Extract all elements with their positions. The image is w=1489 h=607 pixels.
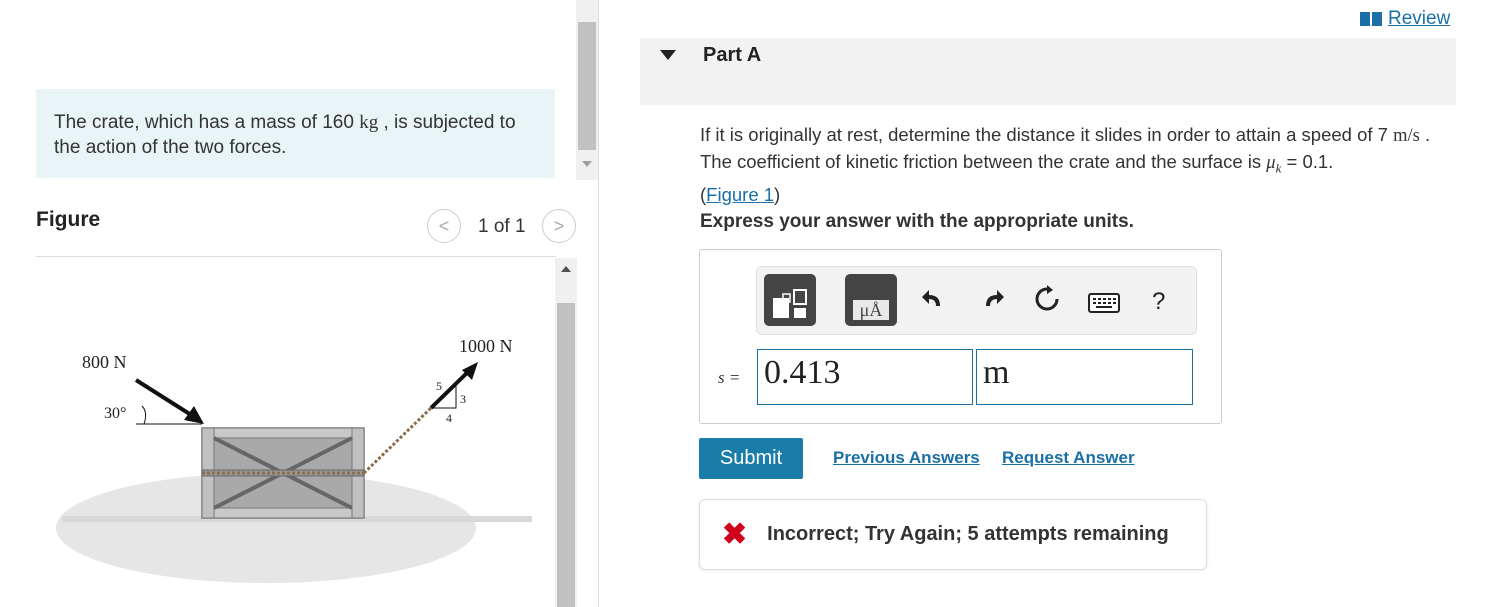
math-toolbar xyxy=(756,266,1197,335)
figure-scrollbar-thumb[interactable] xyxy=(557,303,575,607)
pane-divider xyxy=(598,0,599,607)
rope-pull xyxy=(362,406,433,475)
speed-unit: m/s xyxy=(1393,126,1420,146)
paren-close: ) xyxy=(774,183,781,205)
mu-value: = 0.1. xyxy=(1281,151,1334,172)
help-icon[interactable]: ? xyxy=(1152,288,1165,316)
force-800-label: 800 N xyxy=(82,352,127,372)
previous-figure-button[interactable]: < xyxy=(427,209,461,243)
angle-arc xyxy=(141,405,147,425)
scroll-down-icon[interactable] xyxy=(582,161,592,167)
mu-symbol: μ xyxy=(1266,153,1276,173)
error-x-icon: ✖ xyxy=(722,517,748,551)
undo-icon[interactable] xyxy=(920,286,946,319)
feedback-text: Incorrect; Try Again; 5 attempts remaini… xyxy=(767,523,1169,545)
units-icon: μÅ xyxy=(853,300,889,320)
next-figure-button[interactable]: > xyxy=(542,209,576,243)
redo-icon[interactable] xyxy=(980,286,1006,319)
slope-horizontal-label: 4 xyxy=(446,411,452,425)
collapse-triangle-icon[interactable] xyxy=(660,50,676,60)
force-1000-label: 1000 N xyxy=(459,336,513,356)
unit-input[interactable]: m xyxy=(976,349,1193,405)
variable-label: s = xyxy=(718,368,741,387)
instruction-text: Express your answer with the appropriate… xyxy=(700,211,1134,232)
problem-scrollbar-thumb[interactable] xyxy=(578,22,596,150)
question-line: If it is originally at rest, determine t… xyxy=(700,124,1394,145)
slope-hypotenuse-label: 5 xyxy=(436,379,442,393)
chevron-left-icon: < xyxy=(438,215,450,236)
question-text: If it is originally at rest, determine t… xyxy=(700,122,1460,208)
scroll-up-icon[interactable] xyxy=(561,266,571,272)
figure-title: Figure xyxy=(36,208,101,231)
request-answer-link[interactable]: Request Answer xyxy=(1002,448,1135,468)
review-link[interactable]: Review xyxy=(1360,8,1450,30)
force-800-arrowhead xyxy=(184,406,204,424)
problem-statement: The crate, which has a mass of 160 kg , … xyxy=(36,89,555,178)
problem-text: The crate, which has a mass of 160 xyxy=(54,112,360,133)
chevron-right-icon: > xyxy=(553,215,565,236)
submit-button[interactable]: Submit xyxy=(699,438,803,479)
angle-label: 30° xyxy=(104,405,126,422)
figure-divider xyxy=(36,256,556,257)
mass-unit: kg xyxy=(359,112,379,133)
keyboard-icon[interactable] xyxy=(1088,293,1120,318)
previous-answers-link[interactable]: Previous Answers xyxy=(833,448,980,468)
part-title: Part A xyxy=(703,44,762,66)
book-icon xyxy=(1360,12,1382,26)
templates-button[interactable] xyxy=(764,274,816,326)
review-label: Review xyxy=(1388,8,1451,29)
slope-vertical-label: 3 xyxy=(460,392,466,406)
value-input[interactable]: 0.413 xyxy=(757,349,973,405)
part-header[interactable] xyxy=(640,38,1456,105)
feedback-box: ✖ Incorrect; Try Again; 5 attempts remai… xyxy=(699,499,1207,570)
reset-icon[interactable] xyxy=(1033,285,1061,320)
crate-figure: 800 N 30° 1000 N 5 3 4 xyxy=(56,336,532,583)
figure-link[interactable]: Figure 1 xyxy=(706,184,774,205)
units-button[interactable]: μÅ xyxy=(845,274,897,326)
templates-icon xyxy=(773,289,807,318)
figure-pager: 1 of 1 xyxy=(478,216,526,237)
